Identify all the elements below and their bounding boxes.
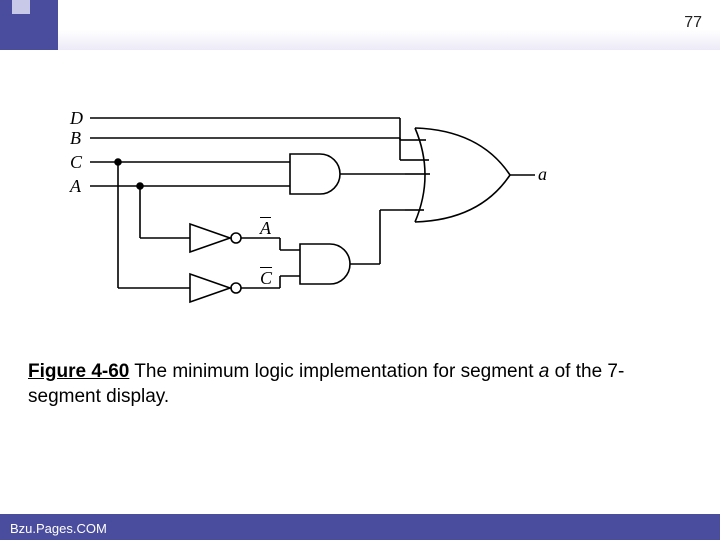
corner-block xyxy=(0,0,58,50)
corner-notch xyxy=(12,0,30,14)
output-label-a: a xyxy=(538,164,547,185)
footer-text: Bzu.Pages.COM xyxy=(10,521,107,536)
footer-bar xyxy=(0,514,720,540)
figure-label: Figure 4-60 xyxy=(28,361,129,382)
input-label-C: C xyxy=(70,152,82,173)
label-not-C: C xyxy=(260,268,272,289)
logic-diagram: D B C A A C a xyxy=(70,110,590,340)
caption-italic: a xyxy=(539,361,550,382)
header-bar xyxy=(0,0,720,50)
figure-caption: Figure 4-60 The minimum logic implementa… xyxy=(28,360,688,409)
logic-svg xyxy=(70,110,590,340)
caption-text-1: The minimum logic implementation for seg… xyxy=(129,361,538,382)
input-label-A: A xyxy=(70,176,81,197)
input-label-B: B xyxy=(70,128,81,149)
input-label-D: D xyxy=(70,108,83,129)
page-number: 77 xyxy=(684,14,702,32)
label-not-A: A xyxy=(260,218,271,239)
